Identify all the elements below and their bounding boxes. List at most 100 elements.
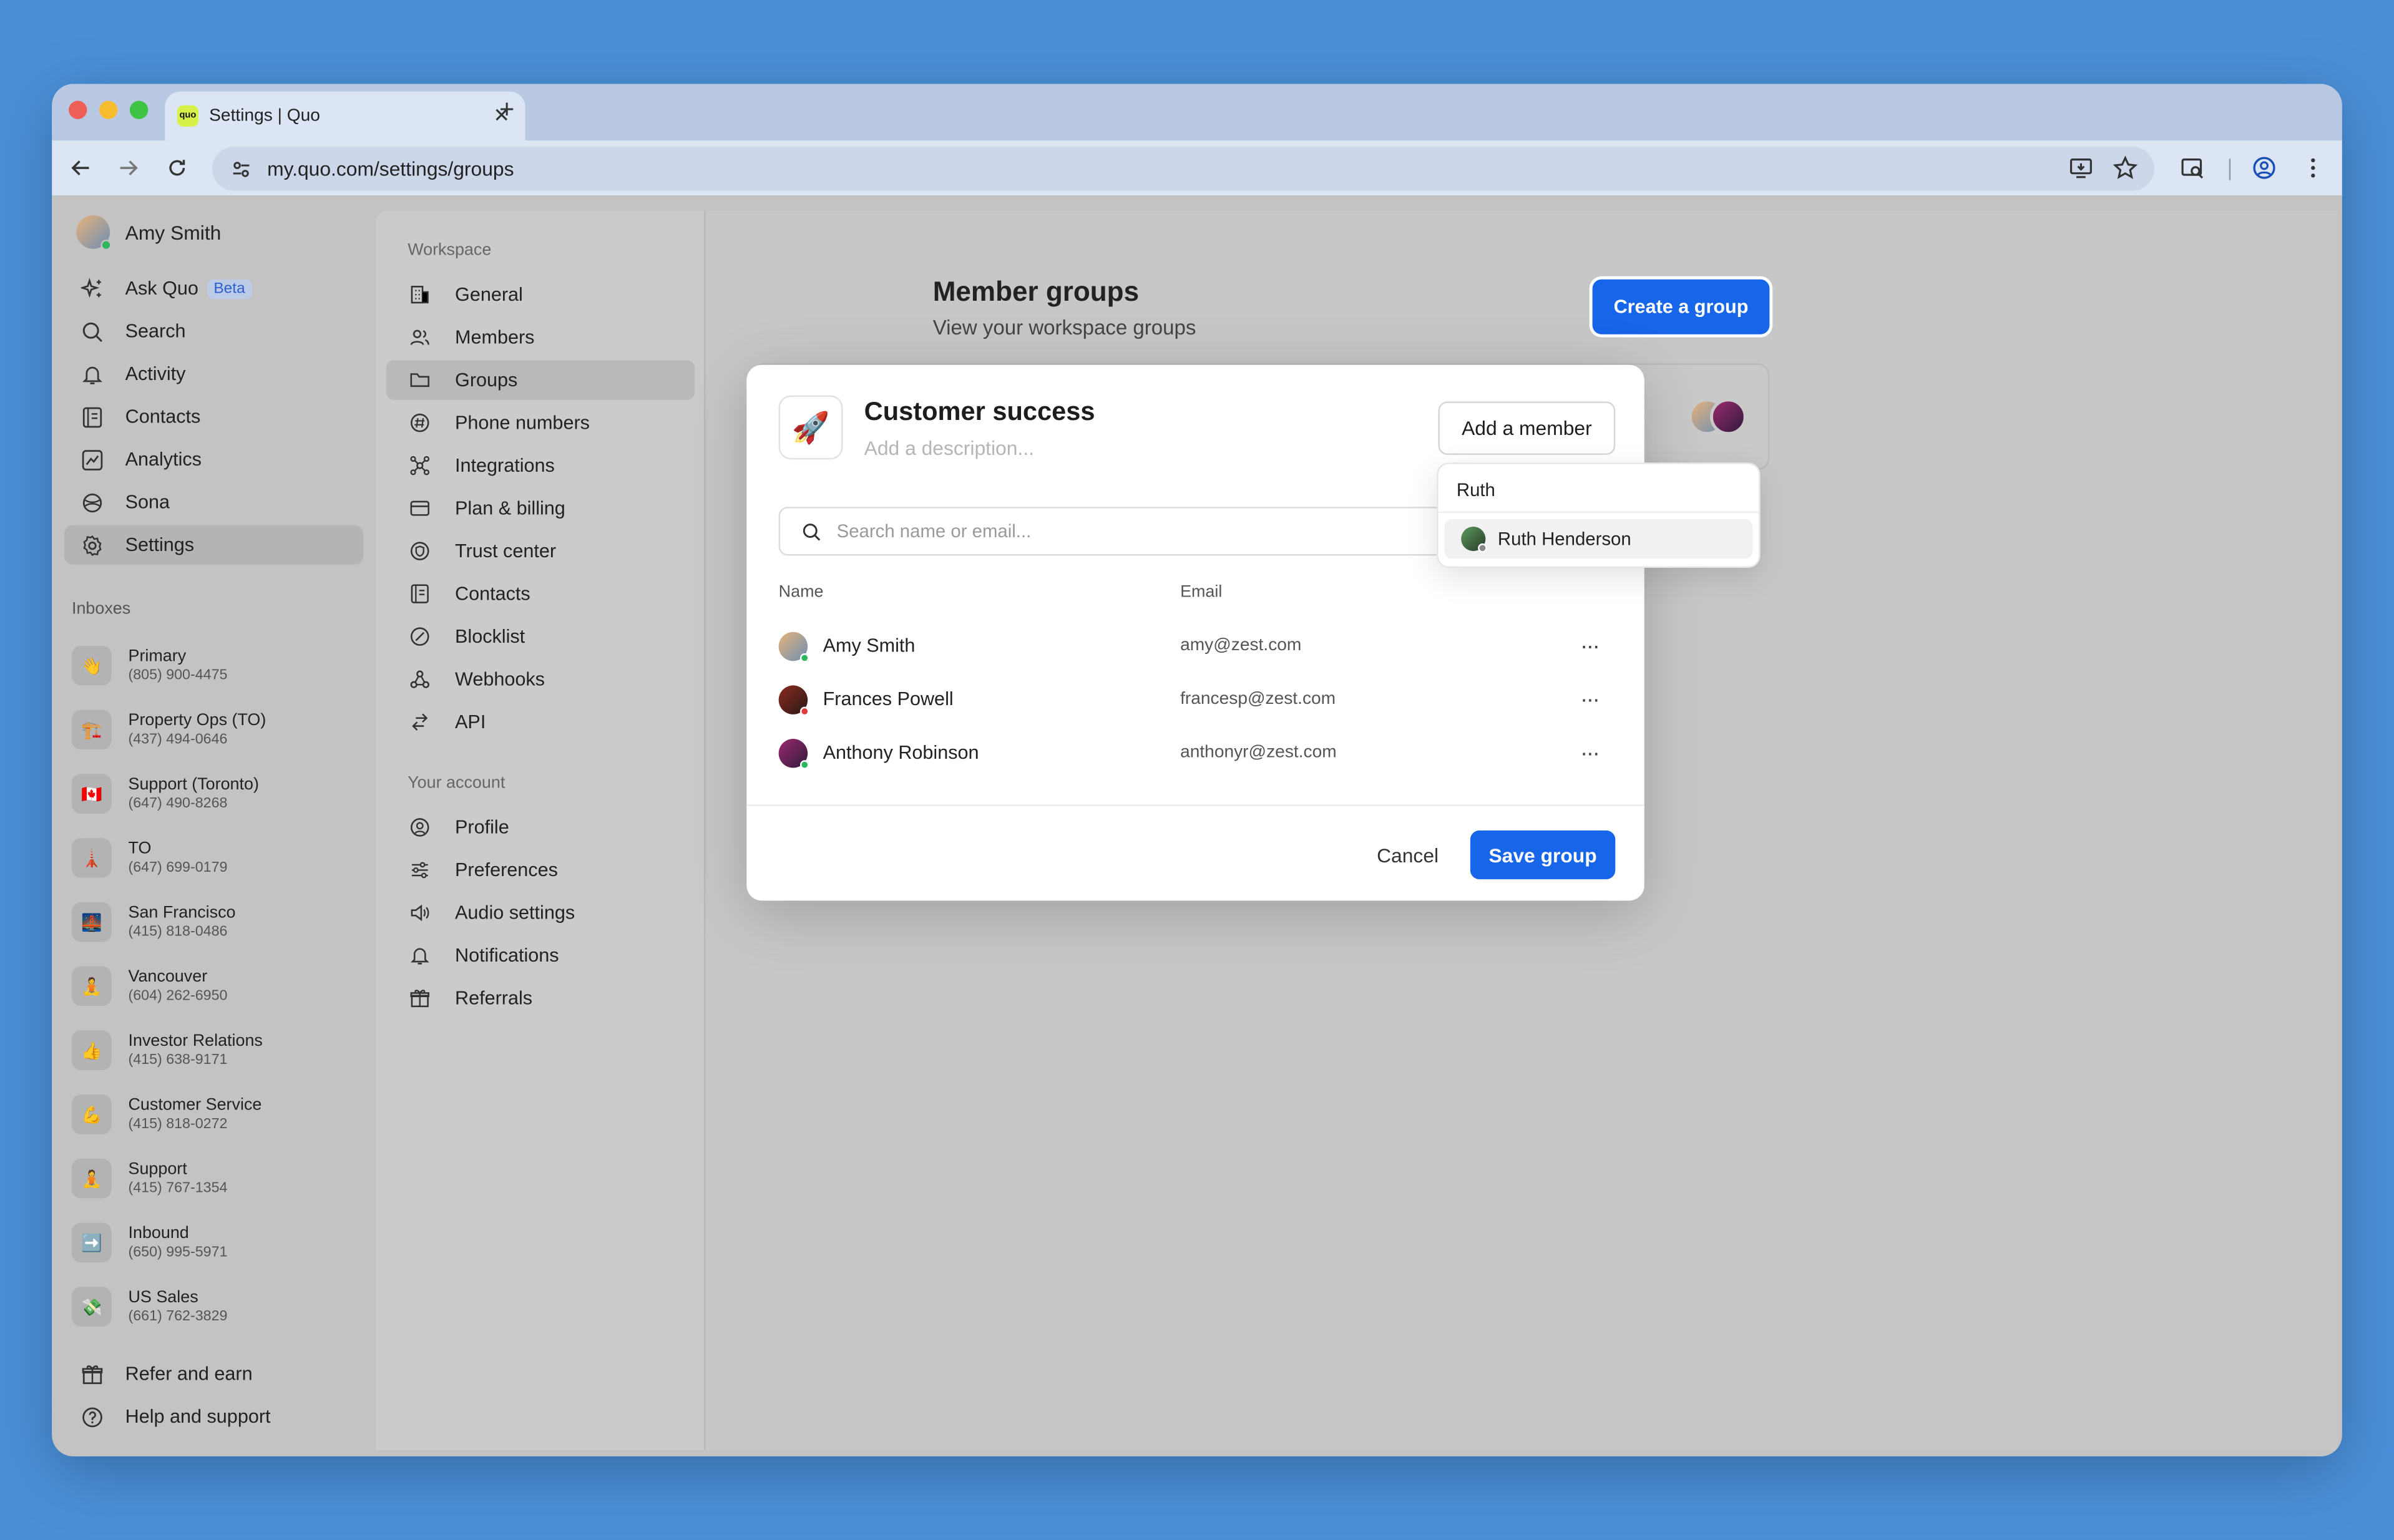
settings-item-phone-numbers[interactable]: Phone numbers: [386, 403, 695, 443]
inbox-item[interactable]: 💸 US Sales (661) 762-3829: [71, 1281, 362, 1333]
shield-icon: [408, 539, 432, 563]
analytics-icon: [79, 447, 104, 472]
create-group-button[interactable]: Create a group: [1592, 279, 1770, 334]
contacts-icon: [79, 404, 104, 429]
settings-item-label: Groups: [455, 369, 518, 391]
dropdown-divider: [1438, 511, 1759, 513]
settings-item-members[interactable]: Members: [386, 318, 695, 358]
nav-analytics[interactable]: Analytics: [64, 440, 363, 480]
inbox-item[interactable]: 👍 Investor Relations (415) 638-9171: [71, 1025, 362, 1076]
inbox-emoji-icon: 🏗️: [71, 709, 112, 750]
page-subtitle: View your workspace groups: [932, 316, 1196, 339]
nav-contacts[interactable]: Contacts: [64, 397, 363, 437]
inbox-item[interactable]: 🇨🇦 Support (Toronto) (647) 490-8268: [71, 768, 362, 820]
settings-item-webhooks[interactable]: Webhooks: [386, 660, 695, 699]
more-options-icon[interactable]: ···: [1566, 686, 1612, 713]
refer-and-earn-link[interactable]: Refer and earn: [64, 1354, 363, 1394]
inbox-item[interactable]: 💪 Customer Service (415) 818-0272: [71, 1088, 362, 1140]
nav-search[interactable]: Search: [64, 311, 363, 351]
nav-sona[interactable]: Sona: [64, 482, 363, 522]
add-member-dropdown: Ruth Ruth Henderson: [1437, 462, 1761, 568]
settings-item-blocklist[interactable]: Blocklist: [386, 616, 695, 656]
nav-activity[interactable]: Activity: [64, 354, 363, 394]
sliders-icon: [408, 858, 432, 882]
back-button[interactable]: [64, 151, 98, 185]
maximize-window-button[interactable]: [129, 100, 149, 119]
settings-item-trust-center[interactable]: Trust center: [386, 531, 695, 571]
settings-item-groups[interactable]: Groups: [386, 360, 695, 400]
install-app-icon[interactable]: [2067, 154, 2094, 182]
option-name: Ruth Henderson: [1497, 528, 1631, 550]
dropdown-option[interactable]: Ruth Henderson: [1444, 519, 1753, 559]
quo-favicon-icon: quo: [177, 105, 199, 127]
settings-item-profile[interactable]: Profile: [386, 807, 695, 847]
away-status-icon: [1478, 543, 1487, 553]
settings-item-general[interactable]: General: [386, 275, 695, 314]
tab-search-icon[interactable]: [2179, 154, 2206, 182]
inbox-phone: (437) 494-0646: [128, 730, 228, 748]
avatar: [1461, 527, 1487, 553]
more-options-icon[interactable]: ···: [1566, 633, 1612, 659]
webhook-icon: [408, 667, 432, 691]
cancel-button[interactable]: Cancel: [1362, 831, 1454, 879]
settings-item-label: Webhooks: [455, 668, 545, 690]
member-search-input[interactable]: [836, 520, 1417, 542]
reload-button[interactable]: [160, 151, 194, 185]
settings-item-notifications[interactable]: Notifications: [386, 936, 695, 976]
settings-item-label: Plan & billing: [455, 497, 565, 519]
your-account-heading: Your account: [408, 774, 506, 792]
nav-settings[interactable]: Settings: [64, 525, 364, 565]
add-member-button[interactable]: Add a member: [1438, 401, 1616, 456]
inbox-name: TO: [128, 839, 152, 857]
page-title: Member groups: [932, 276, 1140, 307]
bookmark-star-icon[interactable]: [2111, 154, 2139, 182]
settings-item-label: Contacts: [455, 583, 530, 605]
settings-item-referrals[interactable]: Referrals: [386, 978, 695, 1018]
settings-item-audio-settings[interactable]: Audio settings: [386, 893, 695, 933]
browser-menu-icon[interactable]: [2299, 154, 2327, 182]
group-emoji-picker[interactable]: 🚀: [778, 395, 843, 460]
inbox-item[interactable]: 🏗️ Property Ops (TO) (437) 494-0646: [71, 704, 362, 756]
group-description-field[interactable]: Add a description...: [864, 437, 1034, 460]
close-window-button[interactable]: [69, 100, 87, 119]
inbox-item[interactable]: 🧘 Vancouver (604) 262-6950: [71, 960, 362, 1012]
current-user[interactable]: Amy Smith: [76, 215, 222, 251]
inbox-emoji-icon: 💪: [71, 1094, 112, 1134]
settings-item-label: API: [455, 711, 486, 733]
block-icon: [408, 625, 432, 649]
profile-icon[interactable]: [2250, 154, 2278, 182]
online-status-icon: [799, 652, 809, 662]
settings-item-preferences[interactable]: Preferences: [386, 850, 695, 890]
minimize-window-button[interactable]: [99, 100, 118, 119]
nav-ask-quo[interactable]: Ask Quo Beta: [64, 269, 363, 309]
inbox-item[interactable]: 👋 Primary (805) 900-4475: [71, 640, 362, 691]
browser-tab[interactable]: quo Settings | Quo ✕: [165, 91, 525, 141]
settings-item-plan-billing[interactable]: Plan & billing: [386, 489, 695, 529]
inbox-item[interactable]: ➡️ Inbound (650) 995-5971: [71, 1217, 362, 1269]
group-name-field[interactable]: Customer success: [864, 397, 1095, 427]
member-query-input[interactable]: Ruth: [1457, 479, 1495, 500]
nav-label: Activity: [125, 363, 186, 385]
inbox-item[interactable]: 🌉 San Francisco (415) 818-0486: [71, 896, 362, 948]
help-and-support-link[interactable]: Help and support: [64, 1396, 363, 1436]
profile-icon: [408, 815, 432, 839]
avatar: [76, 215, 112, 251]
inbox-emoji-icon: 🌉: [71, 902, 112, 942]
search-icon: [79, 319, 104, 343]
settings-item-integrations[interactable]: Integrations: [386, 446, 695, 485]
save-group-button[interactable]: Save group: [1470, 830, 1616, 880]
settings-item-api[interactable]: API: [386, 702, 695, 742]
more-options-icon[interactable]: ···: [1566, 739, 1612, 766]
address-bar[interactable]: my.quo.com/settings/groups: [212, 146, 2154, 191]
new-tab-button[interactable]: +: [492, 95, 522, 125]
inbox-item[interactable]: 🧘 Support (415) 767-1354: [71, 1153, 362, 1204]
inbox-name: Inbound: [128, 1223, 189, 1242]
table-row: Frances Powell francesp@zest.com ···: [778, 676, 1613, 722]
site-settings-icon[interactable]: [230, 158, 252, 179]
gift-icon: [79, 1362, 104, 1386]
toolbar-divider: [2229, 158, 2231, 180]
settings-item-contacts[interactable]: Contacts: [386, 574, 695, 614]
forward-button[interactable]: [112, 151, 145, 185]
user-name: Amy Smith: [125, 220, 222, 244]
inbox-item[interactable]: 🗼 TO (647) 699-0179: [71, 832, 362, 884]
